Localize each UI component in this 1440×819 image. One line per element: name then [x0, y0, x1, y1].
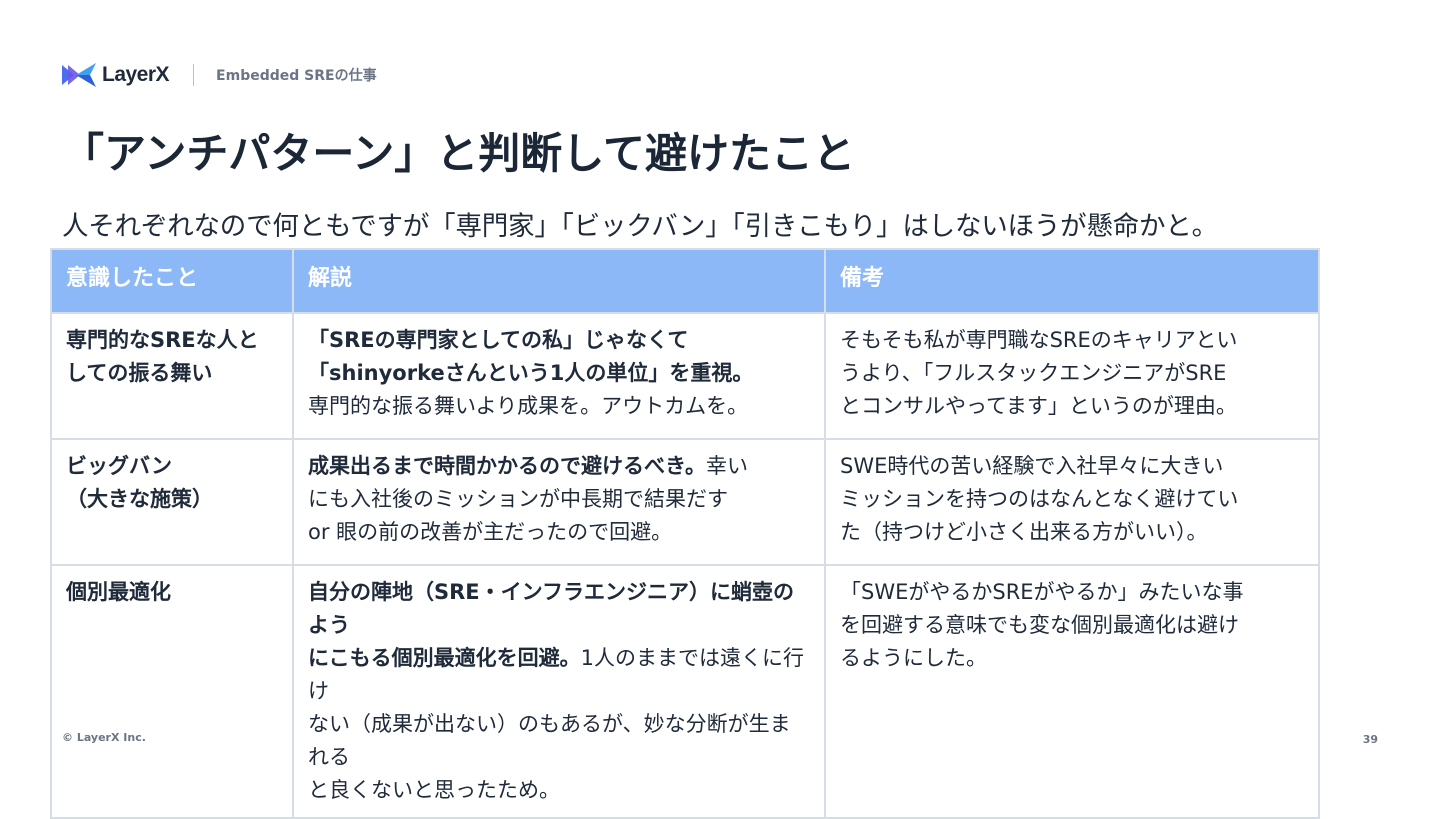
explanation-cell: 「SREの専門家としての私」じゃなくて 「shinyorkeさんという1人の単位… [292, 312, 826, 440]
note-line: とコンサルやってます」というのが理由。 [840, 394, 1237, 418]
explanation-text: ない（成果が出ない）のもあるが、妙な分断が生まれる [308, 712, 791, 769]
explanation-cell: 成果出るまで時間かかるので避けるべき。幸い にも入社後のミッションが中長期で結果… [292, 438, 826, 566]
note-cell: 「SWEがやるかSREがやるか」みたいな事 を回避する意味でも変な個別最適化は避… [824, 564, 1320, 819]
layerx-logo-icon [62, 63, 96, 87]
table-row: 個別最適化 自分の陣地（SRE・インフラエンジニア）に蛸壺のよう にこもる個別最… [50, 564, 1320, 819]
header-cell-explanation: 解説 [292, 248, 826, 314]
note-line: ミッションを持つのはなんとなく避けてい [840, 487, 1239, 511]
item-cell: 専門的なSREな人と しての振る舞い [50, 312, 294, 440]
explanation-text: と良くないと思ったため。 [308, 778, 560, 802]
item-line: ビッグバン [66, 454, 173, 478]
item-line: （大きな施策） [66, 487, 213, 511]
note-cell: SWE時代の苦い経験で入社早々に大きい ミッションを持つのはなんとなく避けてい … [824, 438, 1320, 566]
explanation-emphasis: にこもる個別最適化を回避。 [308, 646, 581, 670]
item-line: 専門的なSREな人と [66, 328, 259, 352]
item-line: 個別最適化 [66, 580, 171, 604]
note-line: 「SWEがやるかSREがやるか」みたいな事 [840, 580, 1244, 604]
item-cell: ビッグバン （大きな施策） [50, 438, 294, 566]
note-line: SWE時代の苦い経験で入社早々に大きい [840, 454, 1224, 478]
anti-pattern-table: 意識したこと 解説 備考 専門的なSREな人と しての振る舞い 「SREの専門家… [50, 248, 1320, 819]
slide-subtitle: 人それぞれなので何ともですが「専門家」「ビックバン」「引きこもり」はしないほうが… [62, 211, 1218, 242]
explanation-emphasis: 「shinyorkeさんという1人の単位」を重視。 [308, 361, 754, 385]
table-row: ビッグバン （大きな施策） 成果出るまで時間かかるので避けるべき。幸い にも入社… [50, 438, 1320, 566]
explanation-emphasis: 「SREの専門家としての私」じゃなくて [308, 328, 689, 352]
header-divider [193, 64, 195, 86]
explanation-text: にも入社後のミッションが中長期で結果だす [308, 487, 728, 511]
explanation-text: 専門的な振る舞いより成果を。アウトカムを。 [308, 394, 749, 418]
item-cell: 個別最適化 [50, 564, 294, 819]
note-line: そもそも私が専門職なSREのキャリアとい [840, 328, 1238, 352]
note-line: た（持つけど小さく出来る方がいい）。 [840, 520, 1208, 544]
page-number: 39 [1362, 733, 1378, 746]
header-cell-item: 意識したこと [50, 248, 294, 314]
slide-title: 「アンチパターン」と判断して避けたこと [62, 129, 855, 178]
table-header-row: 意識したこと 解説 備考 [50, 248, 1320, 314]
section-label: Embedded SREの仕事 [216, 68, 377, 84]
note-cell: そもそも私が専門職なSREのキャリアとい うより、「フルスタックエンジニアがSR… [824, 312, 1320, 440]
table-row: 専門的なSREな人と しての振る舞い 「SREの専門家としての私」じゃなくて 「… [50, 312, 1320, 440]
slide-header: LayerX Embedded SREの仕事 [62, 60, 377, 90]
note-line: を回避する意味でも変な個別最適化は避け [840, 613, 1239, 637]
logo-text: LayerX [102, 63, 170, 86]
explanation-text: or 眼の前の改善が主だったので回避。 [308, 520, 673, 544]
copyright-text: © LayerX Inc. [62, 731, 146, 744]
explanation-emphasis: 自分の陣地（SRE・インフラエンジニア）に蛸壺のよう [308, 580, 795, 637]
explanation-emphasis: 成果出るまで時間かかるので避けるべき。 [308, 454, 706, 478]
item-line: しての振る舞い [66, 361, 213, 385]
header-cell-note: 備考 [824, 248, 1320, 314]
explanation-cell: 自分の陣地（SRE・インフラエンジニア）に蛸壺のよう にこもる個別最適化を回避。… [292, 564, 826, 819]
explanation-text: 幸い [705, 454, 748, 478]
note-line: うより、「フルスタックエンジニアがSRE [840, 361, 1227, 385]
note-line: るようにした。 [840, 646, 987, 670]
